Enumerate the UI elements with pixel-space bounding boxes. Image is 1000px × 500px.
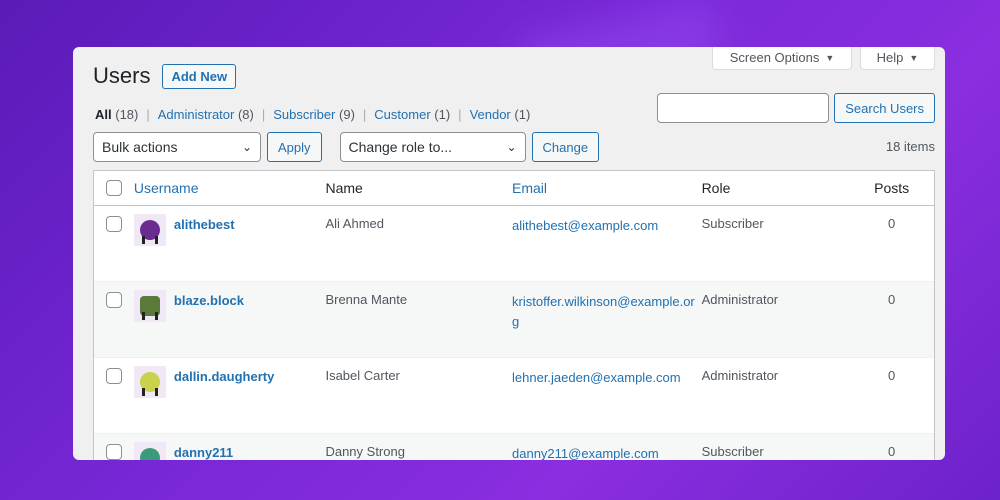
filter-separator: | <box>362 107 367 122</box>
username-link[interactable]: alithebest <box>174 214 235 281</box>
tablenav-top: Bulk actions ⌄ Apply Change role to... ⌄… <box>93 132 600 162</box>
username-link[interactable]: blaze.block <box>174 290 244 357</box>
row-check-cell <box>94 282 134 357</box>
bulk-actions-value: Bulk actions <box>102 139 178 155</box>
filter-vendor[interactable]: Vendor (1) <box>470 107 531 122</box>
search-users-button[interactable]: Search Users <box>834 93 935 123</box>
email-link[interactable]: alithebest@example.com <box>512 206 702 281</box>
table-row: danny211 Danny Strong danny211@example.c… <box>94 434 934 460</box>
avatar <box>133 442 166 460</box>
username-cell: danny211 <box>133 434 326 460</box>
username-link[interactable]: dallin.daugherty <box>174 366 274 433</box>
username-cell: dallin.daugherty <box>133 358 326 433</box>
page-title: Users <box>93 63 151 88</box>
row-check-cell <box>94 434 134 460</box>
filter-separator: | <box>458 107 462 122</box>
email-link[interactable]: danny211@example.com <box>512 434 702 460</box>
search-box: Search Users <box>657 93 935 123</box>
column-posts: Posts <box>874 180 910 196</box>
avatar <box>133 290 166 322</box>
row-checkbox[interactable] <box>105 292 122 308</box>
items-count: 18 items <box>885 139 935 154</box>
role-filter-links: All (18) | Administrator (8) | Subscribe… <box>95 107 530 122</box>
role-cell: Administrator <box>701 292 779 307</box>
row-checkbox[interactable] <box>105 444 122 460</box>
change-button[interactable]: Change <box>531 132 600 162</box>
role-cell: Administrator <box>701 368 779 383</box>
select-all-cell <box>94 180 134 196</box>
posts-cell: 0 <box>888 444 896 459</box>
apply-button[interactable]: Apply <box>267 132 322 162</box>
role-cell: Subscriber <box>701 216 764 231</box>
row-check-cell <box>94 206 134 281</box>
change-role-select[interactable]: Change role to... ⌄ <box>339 132 526 162</box>
column-username[interactable]: Username <box>134 180 326 196</box>
chevron-down-icon: ⌄ <box>506 140 517 154</box>
row-checkbox[interactable] <box>105 216 122 232</box>
table-row: dallin.daugherty Isabel Carter lehner.ja… <box>94 358 934 434</box>
users-table: Username Name Email Role Posts alithebes… <box>93 170 935 460</box>
title-row: Users Add New <box>93 63 237 89</box>
chevron-down-icon: ⌄ <box>241 140 252 154</box>
role-cell: Subscriber <box>701 444 764 459</box>
table-row: alithebest Ali Ahmed alithebest@example.… <box>94 206 934 282</box>
filter-customer[interactable]: Customer (1) <box>374 107 450 122</box>
row-checkbox[interactable] <box>105 368 122 384</box>
caret-down-icon: ▼ <box>909 52 919 63</box>
table-header: Username Name Email Role Posts <box>94 171 934 206</box>
row-check-cell <box>94 358 134 433</box>
help-button[interactable]: Help ▼ <box>860 47 935 70</box>
screen-options-button[interactable]: Screen Options ▼ <box>712 47 852 70</box>
filter-all[interactable]: All (18) <box>95 107 138 122</box>
email-link[interactable]: kristoffer.wilkinson@example.org <box>512 282 702 357</box>
column-role: Role <box>701 180 731 196</box>
name-cell: Isabel Carter <box>325 368 400 383</box>
posts-cell: 0 <box>888 368 896 383</box>
change-role-value: Change role to... <box>348 139 453 155</box>
screen-options-label: Screen Options <box>729 50 820 65</box>
name-cell: Danny Strong <box>325 444 405 459</box>
search-input[interactable] <box>657 93 830 123</box>
name-cell: Brenna Mante <box>325 292 408 307</box>
filter-separator: | <box>146 107 150 122</box>
avatar <box>133 214 166 246</box>
username-cell: blaze.block <box>133 282 326 357</box>
add-new-button[interactable]: Add New <box>162 63 237 89</box>
column-name: Name <box>325 180 363 196</box>
filter-separator: | <box>261 107 266 122</box>
avatar <box>133 366 166 398</box>
username-cell: alithebest <box>133 206 326 281</box>
screen-meta-links: Screen Options ▼ Help ▼ <box>712 47 935 70</box>
users-panel: Screen Options ▼ Help ▼ Users Add New Al… <box>73 47 945 460</box>
posts-cell: 0 <box>888 216 896 231</box>
column-email[interactable]: Email <box>512 180 702 196</box>
name-cell: Ali Ahmed <box>325 216 384 231</box>
username-link[interactable]: danny211 <box>174 442 233 460</box>
help-label: Help <box>876 50 904 65</box>
posts-cell: 0 <box>888 292 896 307</box>
bulk-actions-select[interactable]: Bulk actions ⌄ <box>93 132 261 162</box>
filter-subscriber[interactable]: Subscriber (9) <box>273 107 355 122</box>
caret-down-icon: ▼ <box>825 52 835 63</box>
email-link[interactable]: lehner.jaeden@example.com <box>512 358 702 433</box>
select-all-checkbox[interactable] <box>105 180 122 196</box>
table-row: blaze.block Brenna Mante kristoffer.wilk… <box>94 282 934 358</box>
filter-administrator[interactable]: Administrator (8) <box>158 107 254 122</box>
